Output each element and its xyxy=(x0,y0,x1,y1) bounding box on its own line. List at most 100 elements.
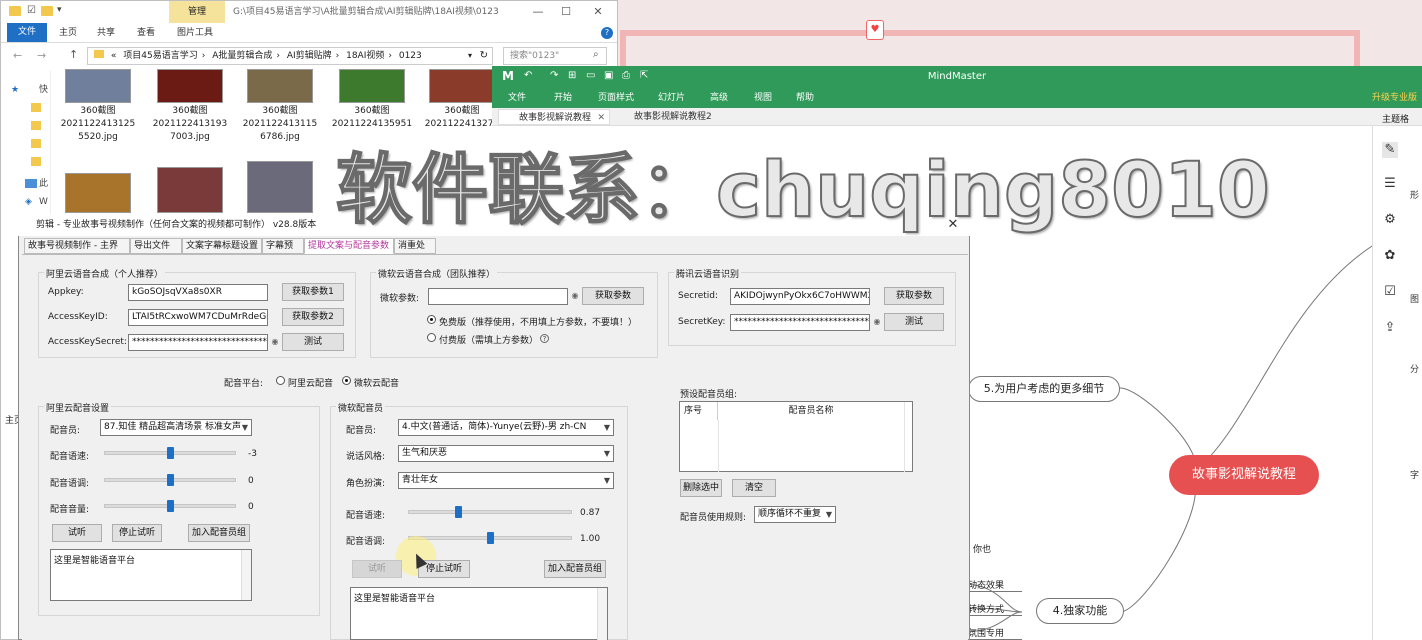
manage-tab[interactable]: 管理 xyxy=(169,1,225,23)
show-password-icon[interactable]: ◉ xyxy=(872,317,882,326)
minimize-button[interactable]: — xyxy=(531,5,545,19)
subtopic-atmosphere[interactable]: 氛围专用 xyxy=(968,626,1022,640)
search-input[interactable]: 搜索"0123" xyxy=(503,47,607,65)
menu-help[interactable]: 帮助 xyxy=(796,88,814,108)
ribbon-tab-view[interactable]: 查看 xyxy=(137,23,155,43)
thumbnail-image[interactable] xyxy=(157,167,223,213)
menu-slides[interactable]: 幻灯片 xyxy=(658,88,685,108)
ribbon-tab-home[interactable]: 主页 xyxy=(59,23,77,43)
file-name[interactable]: 360截图 2021122413125 5520.jpg xyxy=(53,105,143,144)
back-arrow-icon[interactable]: ← xyxy=(13,49,22,62)
show-password-icon[interactable]: ◉ xyxy=(570,291,580,300)
style-icon[interactable]: ⚙ xyxy=(1382,212,1398,228)
scrollbar[interactable] xyxy=(597,588,607,640)
thumbnail-image[interactable] xyxy=(65,69,131,103)
menu-start[interactable]: 开始 xyxy=(554,88,572,108)
ms-platform-label[interactable]: 微软云配音 xyxy=(354,376,399,389)
aliyun-speed-thumb[interactable] xyxy=(166,447,174,459)
check-icon[interactable]: ☑ xyxy=(27,5,36,16)
breadcrumb-3[interactable]: AI剪辑贴牌 xyxy=(287,51,332,61)
clipart-icon[interactable]: ✿ xyxy=(1382,248,1398,264)
aliyun-add-group-button[interactable]: 加入配音员组 xyxy=(188,524,250,542)
tencent-test-button[interactable]: 测试 xyxy=(884,313,944,331)
ms-get-param-button[interactable]: 获取参数 xyxy=(582,287,644,305)
address-bar[interactable]: « 项目45易语言学习 › A批量剪辑合成 › AI剪辑贴牌 › 18AI视频 › 01… xyxy=(87,47,493,65)
doc-tab-2[interactable]: 故事影视解说教程2 xyxy=(614,109,734,125)
get-param1-button[interactable]: 获取参数1 xyxy=(282,283,344,301)
aliyun-voice-select[interactable]: 87.知佳 精品超高清场景 标准女声 ▼ xyxy=(100,419,252,436)
accesskeyid-input[interactable]: LTAI5tRCxwoWM7CDuMrRdeGn xyxy=(128,309,268,326)
voice-rule-select[interactable]: 顺序循环不重复 ▼ xyxy=(754,506,836,523)
central-topic[interactable]: 故事影视解说教程 xyxy=(1169,455,1319,495)
paid-version-label[interactable]: 付费版（需填上方参数） xyxy=(439,333,538,346)
ms-role-select[interactable]: 青壮年女 ▼ xyxy=(398,472,614,489)
close-icon[interactable]: ✕ xyxy=(597,110,605,126)
help-icon[interactable]: ? xyxy=(540,334,549,343)
ms-speed-thumb[interactable] xyxy=(455,506,463,518)
ms-text-area[interactable]: 这里是智能语音平台 xyxy=(350,587,608,640)
nav-item-quick-access[interactable]: 快 xyxy=(39,83,61,97)
ribbon-tab-picture-tools[interactable]: 图片工具 xyxy=(177,23,213,43)
aliyun-test-button[interactable]: 测试 xyxy=(282,333,344,351)
tab-subtitle-preset[interactable]: 字幕预设 xyxy=(262,238,304,265)
tab-export-filename[interactable]: 导出文件名 xyxy=(130,238,182,265)
ribbon-tab-file[interactable]: 文件 xyxy=(7,23,47,42)
new-folder-icon[interactable] xyxy=(41,6,53,16)
menu-file[interactable]: 文件 xyxy=(508,88,526,108)
clear-button[interactable]: 清空 xyxy=(732,479,776,497)
aliyun-stop-button[interactable]: 停止试听 xyxy=(112,524,162,542)
file-name[interactable]: 360截图 2021122413193 7003.jpg xyxy=(145,105,235,144)
get-param2-button[interactable]: 获取参数2 xyxy=(282,308,344,326)
aliyun-volume-thumb[interactable] xyxy=(166,500,174,512)
breadcrumb-2[interactable]: A批量剪辑合成 xyxy=(212,51,272,61)
secretkey-input[interactable]: ******************************** xyxy=(730,314,870,331)
maximize-button[interactable]: ☐ xyxy=(559,5,573,19)
preset-table[interactable]: 序号 配音员名称 xyxy=(679,401,913,472)
appkey-input[interactable]: kGoSOJsqVXa8s0XR xyxy=(128,284,268,301)
tencent-get-param-button[interactable]: 获取参数 xyxy=(884,287,944,305)
ms-param-input[interactable] xyxy=(428,288,568,305)
nav-item-this-pc[interactable]: 此 xyxy=(39,177,61,191)
ms-voice-select[interactable]: 4.中文(普通话，简体)-Yunye(云野)-男 zh-CN ▼ xyxy=(398,419,614,436)
export-panel-icon[interactable]: ⇪ xyxy=(1382,320,1398,336)
table-header-index[interactable]: 序号 xyxy=(680,402,718,420)
thumbnail-image[interactable] xyxy=(339,69,405,103)
aliyun-listen-button[interactable]: 试听 xyxy=(52,524,102,542)
show-password-icon[interactable]: ◉ xyxy=(270,337,280,346)
quick-access-dropdown-icon[interactable]: ▾ xyxy=(57,5,62,15)
thumbnail-image[interactable] xyxy=(247,69,313,103)
topic-node-5[interactable]: 5.为用户考虑的更多细节 xyxy=(968,376,1120,402)
list-icon[interactable]: ☰ xyxy=(1382,176,1398,192)
aliyun-platform-radio[interactable] xyxy=(276,376,285,385)
menu-view[interactable]: 视图 xyxy=(754,88,772,108)
nav-item-w[interactable]: W xyxy=(39,195,61,209)
paid-version-radio[interactable] xyxy=(427,333,436,342)
doc-tab-1[interactable]: 故事影视解说教程 ✕ xyxy=(498,109,610,125)
format-brush-icon[interactable]: ✎ xyxy=(1382,142,1398,158)
ms-add-group-button[interactable]: 加入配音员组 xyxy=(544,560,606,578)
task-icon[interactable]: ☑ xyxy=(1382,284,1398,300)
aliyun-platform-label[interactable]: 阿里云配音 xyxy=(288,376,333,389)
accesskeysecret-input[interactable]: ****************************** xyxy=(128,334,268,351)
tab-main[interactable]: 故事号视频制作 - 主界面 xyxy=(24,238,130,265)
file-name[interactable]: 360截图 2021122413115 6786.jpg xyxy=(235,105,325,144)
menu-page-style[interactable]: 页面样式 xyxy=(598,88,634,108)
free-version-radio[interactable] xyxy=(427,315,436,324)
breadcrumb-5[interactable]: 0123 xyxy=(399,51,422,61)
subtopic-dynamic-effect[interactable]: 动态效果 xyxy=(968,578,1022,592)
breadcrumb-4[interactable]: 18AI视频 xyxy=(346,51,384,61)
ms-style-select[interactable]: 生气和厌恶 ▼ xyxy=(398,445,614,462)
subtopic-transition[interactable]: 转换方式 xyxy=(968,602,1022,616)
refresh-icon[interactable]: ↻ xyxy=(480,48,488,64)
thumbnail-image[interactable] xyxy=(157,69,223,103)
tab-subtitle-settings[interactable]: 文案字幕标题设置 xyxy=(182,238,262,254)
table-header-name[interactable]: 配音员名称 xyxy=(718,402,904,420)
ribbon-tab-share[interactable]: 共享 xyxy=(97,23,115,43)
ms-pitch-thumb[interactable] xyxy=(486,532,494,544)
topic-node-4[interactable]: 4.独家功能 xyxy=(1036,598,1124,624)
breadcrumb-1[interactable]: 项目45易语言学习 xyxy=(123,51,197,61)
secretid-input[interactable]: AKIDOjwynPyOkx6C7oHWWM2c xyxy=(730,288,870,305)
up-arrow-icon[interactable]: ↑ xyxy=(69,48,78,61)
thumbnail-image[interactable] xyxy=(247,161,313,213)
aliyun-text-area[interactable]: 这里是智能语音平台 xyxy=(50,549,252,601)
